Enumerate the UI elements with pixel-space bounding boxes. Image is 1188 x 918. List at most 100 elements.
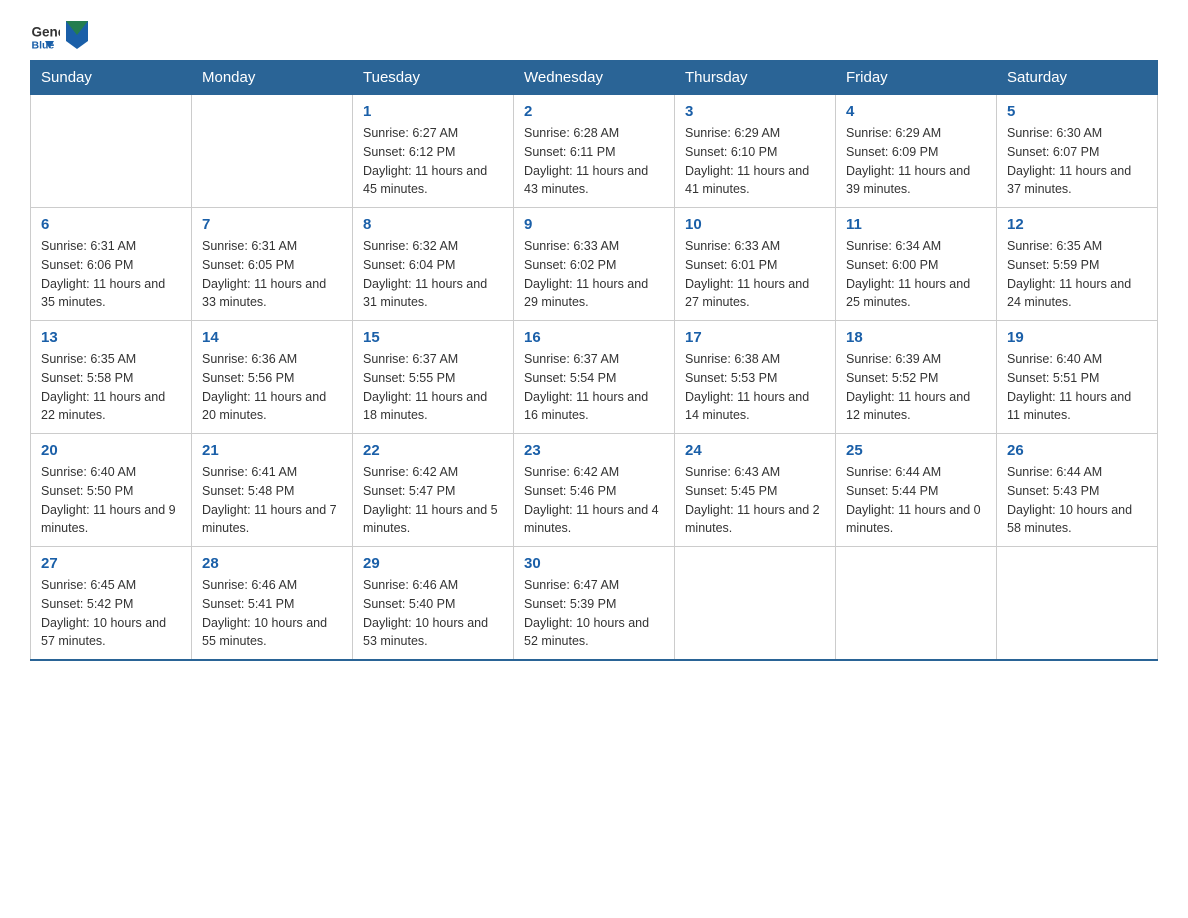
day-info: Sunrise: 6:35 AM Sunset: 5:58 PM Dayligh… <box>41 350 181 425</box>
calendar-cell: 17 Sunrise: 6:38 AM Sunset: 5:53 PM Dayli… <box>675 321 836 434</box>
logo-arrow-icon <box>66 21 88 49</box>
day-info: Sunrise: 6:46 AM Sunset: 5:40 PM Dayligh… <box>363 576 503 651</box>
calendar-cell: 3 Sunrise: 6:29 AM Sunset: 6:10 PM Daylig… <box>675 95 836 208</box>
day-number: 17 <box>685 329 825 346</box>
calendar-cell: 23Sunrise: 6:42 AM Sunset: 5:46 PM Dayli… <box>514 434 675 547</box>
day-number: 12 <box>1007 216 1147 233</box>
calendar-header-thursday: Thursday <box>675 61 836 95</box>
day-number: 15 <box>363 329 503 346</box>
day-number: 26 <box>1007 442 1147 459</box>
logo-icon: General Blue <box>30 20 60 50</box>
calendar-cell: 4 Sunrise: 6:29 AM Sunset: 6:09 PM Daylig… <box>836 95 997 208</box>
day-info: Sunrise: 6:27 AM Sunset: 6:12 PM Dayligh… <box>363 124 503 199</box>
day-info: Sunrise: 6:35 AM Sunset: 5:59 PM Dayligh… <box>1007 237 1147 312</box>
day-info: Sunrise: 6:36 AM Sunset: 5:56 PM Dayligh… <box>202 350 342 425</box>
calendar-cell: 20 Sunrise: 6:40 AM Sunset: 5:50 PM Dayli… <box>31 434 192 547</box>
calendar-cell: 12 Sunrise: 6:35 AM Sunset: 5:59 PM Dayli… <box>997 208 1158 321</box>
day-info: Sunrise: 6:37 AM Sunset: 5:54 PM Dayligh… <box>524 350 664 425</box>
day-number: 28 <box>202 555 342 572</box>
day-info: Sunrise: 6:40 AM Sunset: 5:51 PM Dayligh… <box>1007 350 1147 425</box>
calendar-cell <box>997 547 1158 661</box>
day-info: Sunrise: 6:45 AM Sunset: 5:42 PM Dayligh… <box>41 576 181 651</box>
day-info: Sunrise: 6:29 AM Sunset: 6:09 PM Dayligh… <box>846 124 986 199</box>
page-header: General Blue <box>30 20 1158 50</box>
day-number: 3 <box>685 103 825 120</box>
day-number: 7 <box>202 216 342 233</box>
calendar-cell <box>836 547 997 661</box>
day-number: 18 <box>846 329 986 346</box>
calendar-header-friday: Friday <box>836 61 997 95</box>
calendar-header-sunday: Sunday <box>31 61 192 95</box>
calendar-week-row: 20 Sunrise: 6:40 AM Sunset: 5:50 PM Dayli… <box>31 434 1158 547</box>
calendar-cell: 7 Sunrise: 6:31 AM Sunset: 6:05 PM Daylig… <box>192 208 353 321</box>
day-number: 19 <box>1007 329 1147 346</box>
logo: General Blue <box>30 20 90 50</box>
day-info: Sunrise: 6:47 AM Sunset: 5:39 PM Dayligh… <box>524 576 664 651</box>
calendar-cell: 10Sunrise: 6:33 AM Sunset: 6:01 PM Dayli… <box>675 208 836 321</box>
day-info: Sunrise: 6:29 AM Sunset: 6:10 PM Dayligh… <box>685 124 825 199</box>
calendar-cell: 15 Sunrise: 6:37 AM Sunset: 5:55 PM Dayli… <box>353 321 514 434</box>
svg-text:Blue: Blue <box>32 40 55 51</box>
day-info: Sunrise: 6:44 AM Sunset: 5:44 PM Dayligh… <box>846 463 986 538</box>
day-number: 6 <box>41 216 181 233</box>
calendar-cell: 13 Sunrise: 6:35 AM Sunset: 5:58 PM Dayli… <box>31 321 192 434</box>
day-info: Sunrise: 6:31 AM Sunset: 6:05 PM Dayligh… <box>202 237 342 312</box>
calendar-cell: 2Sunrise: 6:28 AM Sunset: 6:11 PM Daylig… <box>514 95 675 208</box>
calendar-cell: 14 Sunrise: 6:36 AM Sunset: 5:56 PM Dayli… <box>192 321 353 434</box>
day-number: 9 <box>524 216 664 233</box>
day-number: 8 <box>363 216 503 233</box>
day-number: 5 <box>1007 103 1147 120</box>
calendar-cell: 25 Sunrise: 6:44 AM Sunset: 5:44 PM Dayli… <box>836 434 997 547</box>
calendar-header-tuesday: Tuesday <box>353 61 514 95</box>
svg-text:General: General <box>32 25 61 40</box>
calendar-week-row: 27 Sunrise: 6:45 AM Sunset: 5:42 PM Dayli… <box>31 547 1158 661</box>
day-info: Sunrise: 6:43 AM Sunset: 5:45 PM Dayligh… <box>685 463 825 538</box>
day-info: Sunrise: 6:32 AM Sunset: 6:04 PM Dayligh… <box>363 237 503 312</box>
day-info: Sunrise: 6:38 AM Sunset: 5:53 PM Dayligh… <box>685 350 825 425</box>
calendar-table: SundayMondayTuesdayWednesdayThursdayFrid… <box>30 60 1158 661</box>
day-number: 25 <box>846 442 986 459</box>
calendar-cell: 1 Sunrise: 6:27 AM Sunset: 6:12 PM Daylig… <box>353 95 514 208</box>
calendar-cell: 6 Sunrise: 6:31 AM Sunset: 6:06 PM Daylig… <box>31 208 192 321</box>
calendar-cell: 21 Sunrise: 6:41 AM Sunset: 5:48 PM Dayli… <box>192 434 353 547</box>
calendar-cell: 22 Sunrise: 6:42 AM Sunset: 5:47 PM Dayli… <box>353 434 514 547</box>
day-number: 20 <box>41 442 181 459</box>
calendar-cell: 9 Sunrise: 6:33 AM Sunset: 6:02 PM Daylig… <box>514 208 675 321</box>
day-info: Sunrise: 6:40 AM Sunset: 5:50 PM Dayligh… <box>41 463 181 538</box>
calendar-cell: 26Sunrise: 6:44 AM Sunset: 5:43 PM Dayli… <box>997 434 1158 547</box>
day-info: Sunrise: 6:31 AM Sunset: 6:06 PM Dayligh… <box>41 237 181 312</box>
calendar-week-row: 1 Sunrise: 6:27 AM Sunset: 6:12 PM Daylig… <box>31 95 1158 208</box>
calendar-cell: 24 Sunrise: 6:43 AM Sunset: 5:45 PM Dayli… <box>675 434 836 547</box>
calendar-header-row: SundayMondayTuesdayWednesdayThursdayFrid… <box>31 61 1158 95</box>
calendar-header-saturday: Saturday <box>997 61 1158 95</box>
day-number: 4 <box>846 103 986 120</box>
day-info: Sunrise: 6:37 AM Sunset: 5:55 PM Dayligh… <box>363 350 503 425</box>
calendar-cell: 27 Sunrise: 6:45 AM Sunset: 5:42 PM Dayli… <box>31 547 192 661</box>
day-number: 22 <box>363 442 503 459</box>
day-number: 1 <box>363 103 503 120</box>
calendar-week-row: 6 Sunrise: 6:31 AM Sunset: 6:06 PM Daylig… <box>31 208 1158 321</box>
day-info: Sunrise: 6:42 AM Sunset: 5:47 PM Dayligh… <box>363 463 503 538</box>
calendar-cell: 11 Sunrise: 6:34 AM Sunset: 6:00 PM Dayli… <box>836 208 997 321</box>
calendar-cell: 18Sunrise: 6:39 AM Sunset: 5:52 PM Dayli… <box>836 321 997 434</box>
calendar-header-wednesday: Wednesday <box>514 61 675 95</box>
day-info: Sunrise: 6:46 AM Sunset: 5:41 PM Dayligh… <box>202 576 342 651</box>
day-info: Sunrise: 6:42 AM Sunset: 5:46 PM Dayligh… <box>524 463 664 538</box>
day-number: 29 <box>363 555 503 572</box>
day-info: Sunrise: 6:41 AM Sunset: 5:48 PM Dayligh… <box>202 463 342 538</box>
day-number: 11 <box>846 216 986 233</box>
day-number: 21 <box>202 442 342 459</box>
day-number: 13 <box>41 329 181 346</box>
calendar-cell <box>192 95 353 208</box>
day-number: 10 <box>685 216 825 233</box>
calendar-cell: 28 Sunrise: 6:46 AM Sunset: 5:41 PM Dayli… <box>192 547 353 661</box>
day-info: Sunrise: 6:34 AM Sunset: 6:00 PM Dayligh… <box>846 237 986 312</box>
day-number: 27 <box>41 555 181 572</box>
day-info: Sunrise: 6:33 AM Sunset: 6:02 PM Dayligh… <box>524 237 664 312</box>
calendar-cell <box>675 547 836 661</box>
day-number: 24 <box>685 442 825 459</box>
calendar-cell: 29 Sunrise: 6:46 AM Sunset: 5:40 PM Dayli… <box>353 547 514 661</box>
calendar-cell: 19 Sunrise: 6:40 AM Sunset: 5:51 PM Dayli… <box>997 321 1158 434</box>
calendar-week-row: 13 Sunrise: 6:35 AM Sunset: 5:58 PM Dayli… <box>31 321 1158 434</box>
day-number: 14 <box>202 329 342 346</box>
